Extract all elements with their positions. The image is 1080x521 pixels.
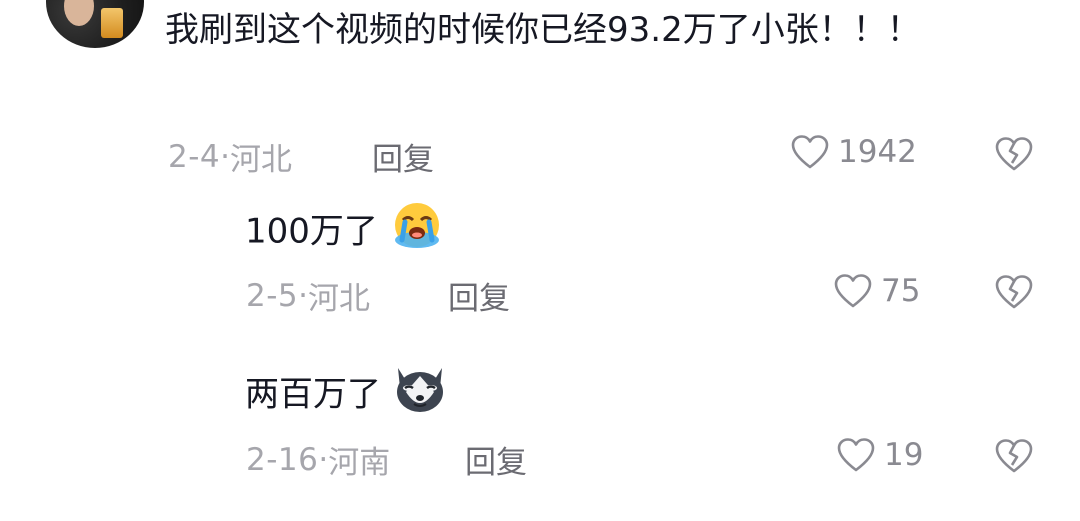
comment-meta: 2-5 · 河北 [246, 273, 370, 318]
comment-text: 我刷到这个视频的时候你已经93.2万了小张！！！ [165, 10, 921, 50]
comment-text: 100万了 [245, 211, 378, 252]
broken-heart-icon [995, 137, 1033, 171]
reply-button[interactable]: 回复 [448, 273, 510, 318]
heart-icon [837, 438, 875, 472]
loudly-crying-face-emoji [389, 200, 445, 266]
reply-button[interactable]: 回复 [372, 134, 434, 179]
like-count: 1942 [838, 134, 917, 170]
comment-date: 2-4 [168, 138, 221, 175]
meta-dot: · [220, 138, 230, 175]
like-button[interactable]: 1942 [790, 134, 917, 170]
husky-dog-face-emoji [392, 362, 448, 430]
dislike-button[interactable] [994, 274, 1034, 310]
comment-meta: 2-16 · 河南 [246, 437, 390, 482]
comment-text-row: 100万了 [245, 200, 445, 266]
dislike-button[interactable] [994, 136, 1034, 172]
avatar-beer-glass [101, 8, 123, 38]
heart-icon [791, 135, 829, 169]
broken-heart-icon [995, 439, 1033, 473]
comment-location: 河南 [328, 445, 391, 481]
comment-date: 2-5 [246, 277, 299, 314]
comment-text: 两百万了 [245, 374, 381, 415]
meta-dot: · [318, 441, 329, 478]
broken-heart-icon [995, 275, 1033, 309]
comment-location: 河北 [230, 142, 292, 178]
reply-button[interactable]: 回复 [465, 437, 527, 482]
comment-location: 河北 [308, 281, 370, 317]
like-count: 19 [884, 437, 924, 473]
avatar[interactable] [46, 0, 144, 48]
comment-date: 2-16 [246, 441, 319, 478]
like-button[interactable]: 75 [833, 273, 920, 309]
heart-icon [834, 274, 872, 308]
avatar-face [64, 0, 94, 26]
meta-dot: · [298, 277, 308, 314]
like-count: 75 [881, 273, 921, 309]
like-button[interactable]: 19 [836, 437, 923, 473]
comment-meta: 2-4 · 河北 [168, 134, 292, 179]
comment-text-row: 两百万了 [245, 362, 448, 430]
dislike-button[interactable] [994, 438, 1034, 474]
